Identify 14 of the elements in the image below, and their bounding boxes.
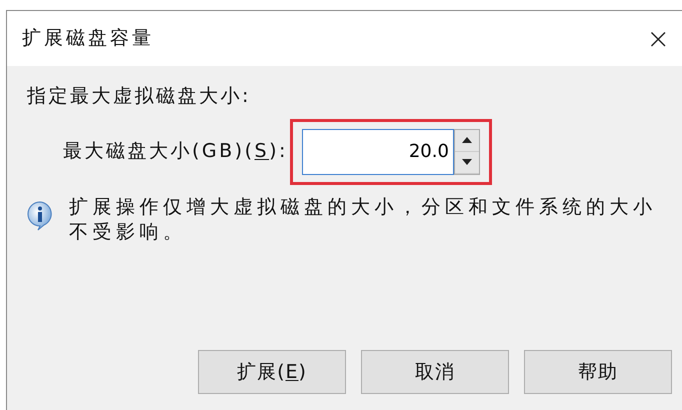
info-message: 扩展操作仅增大虚拟磁盘的大小，分区和文件系统的大小不受影响。 <box>69 194 658 244</box>
window-title: 扩展磁盘容量 <box>22 26 154 52</box>
spin-up-button[interactable] <box>454 130 479 152</box>
close-button[interactable]: × <box>642 24 674 52</box>
field-label: 最大磁盘大小(GB)(S): <box>63 139 288 164</box>
dialog-button[interactable]: 取消 <box>361 350 509 394</box>
spin-down-button[interactable] <box>454 152 479 174</box>
dialog-button[interactable]: 帮助 <box>524 350 672 394</box>
dialog-button[interactable]: 扩展(E) <box>198 350 346 394</box>
size-input-field[interactable]: 20.0 <box>302 128 454 174</box>
section-heading: 指定最大虚拟磁盘大小: <box>27 84 251 109</box>
up-arrow-icon <box>462 137 472 143</box>
down-arrow-icon <box>462 159 472 165</box>
info-icon <box>27 200 53 230</box>
